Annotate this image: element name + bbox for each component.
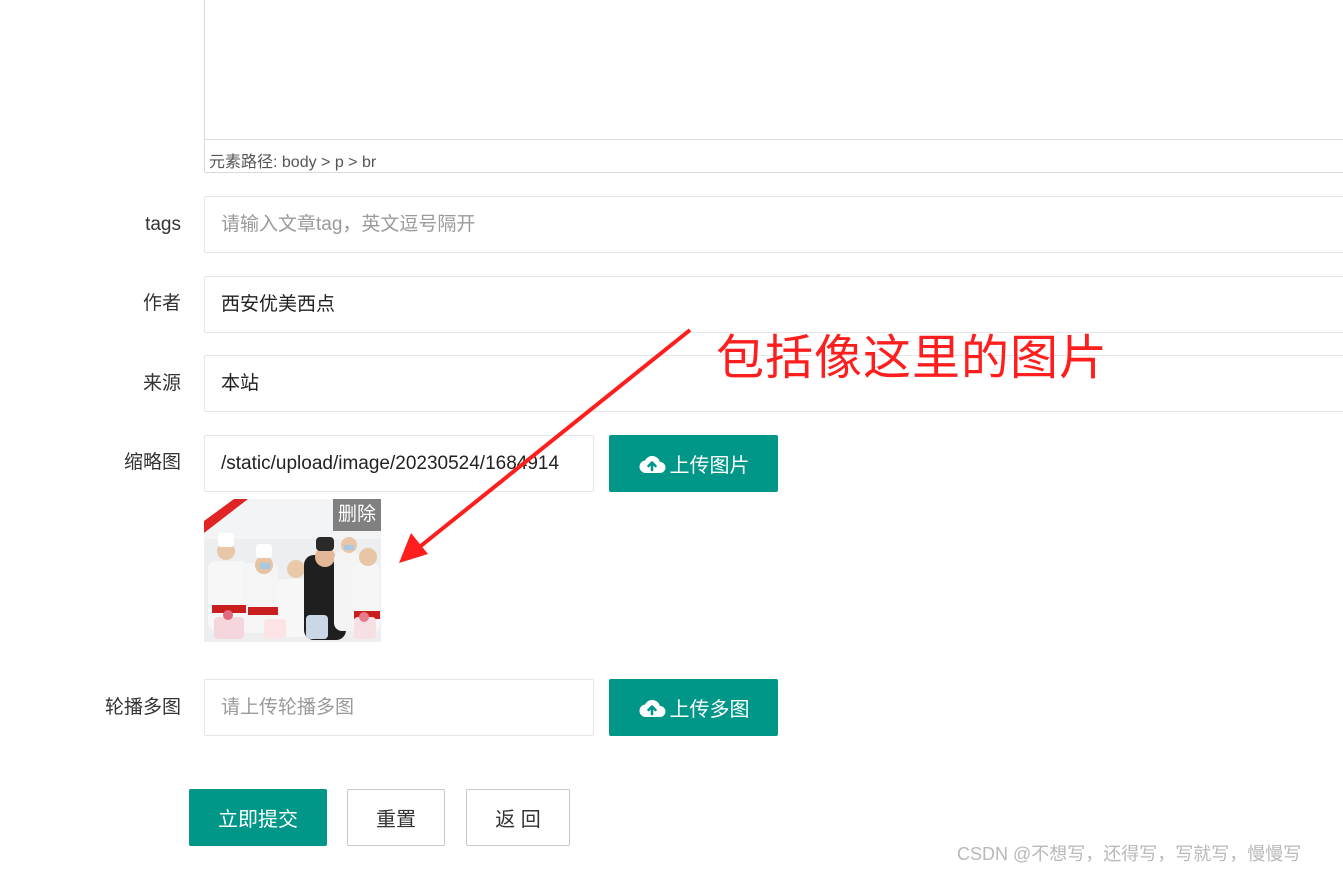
annotation-arrow [399,328,692,563]
annotation-text: 包括像这里的图片 [716,330,1109,386]
csdn-watermark: CSDN @不想写，还得写，写就写，慢慢写 [957,844,1302,864]
